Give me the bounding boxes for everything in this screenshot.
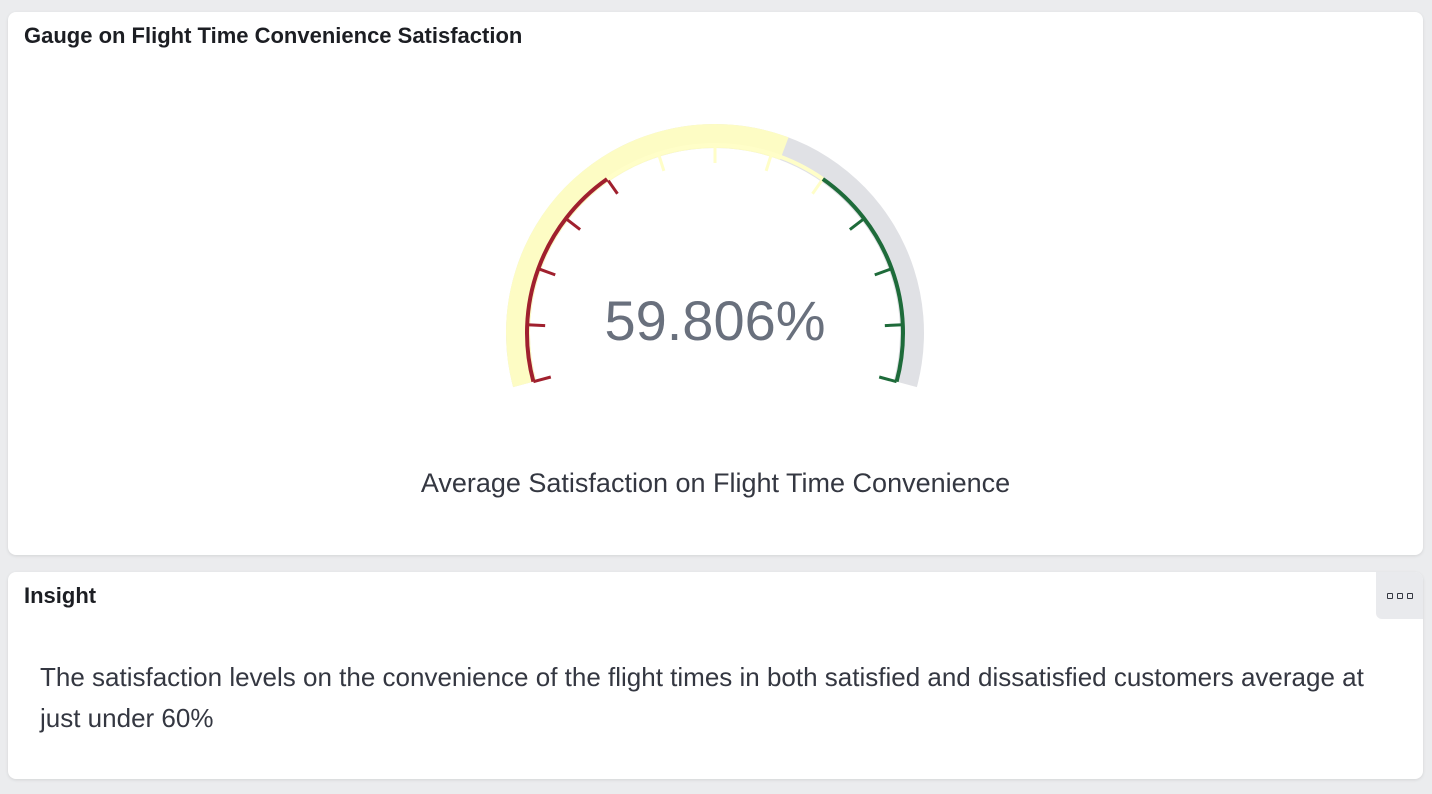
gauge-label: Average Satisfaction on Flight Time Conv… [420,468,1011,498]
gauge-tick [533,375,552,384]
gauge-tick [884,323,903,328]
gauge-tick [657,153,666,172]
more-options-icon[interactable] [1376,572,1423,619]
gauge-tick [605,178,619,195]
gauge-value: 59.806% [604,289,825,352]
menu-dot [1406,592,1413,599]
gauge-tick [848,217,866,231]
gauge-tick [564,217,582,231]
gauge-tick [878,375,897,384]
gauge-tick [811,178,825,195]
menu-dot [1396,592,1403,599]
insight-panel: Insight The satisfaction levels on the c… [8,572,1423,779]
gauge-tick [874,267,893,277]
gauge-panel: Gauge on Flight Time Convenience Satisfa… [8,12,1423,555]
gauge-tick [764,153,773,172]
insight-text: The satisfaction levels on the convenien… [40,662,1364,733]
gauge-tick [537,267,556,277]
panel-title: Insight [24,583,97,608]
gauge-tick [527,323,546,328]
gauge-chart: 59.806% [505,123,925,388]
menu-dot [1386,592,1393,599]
